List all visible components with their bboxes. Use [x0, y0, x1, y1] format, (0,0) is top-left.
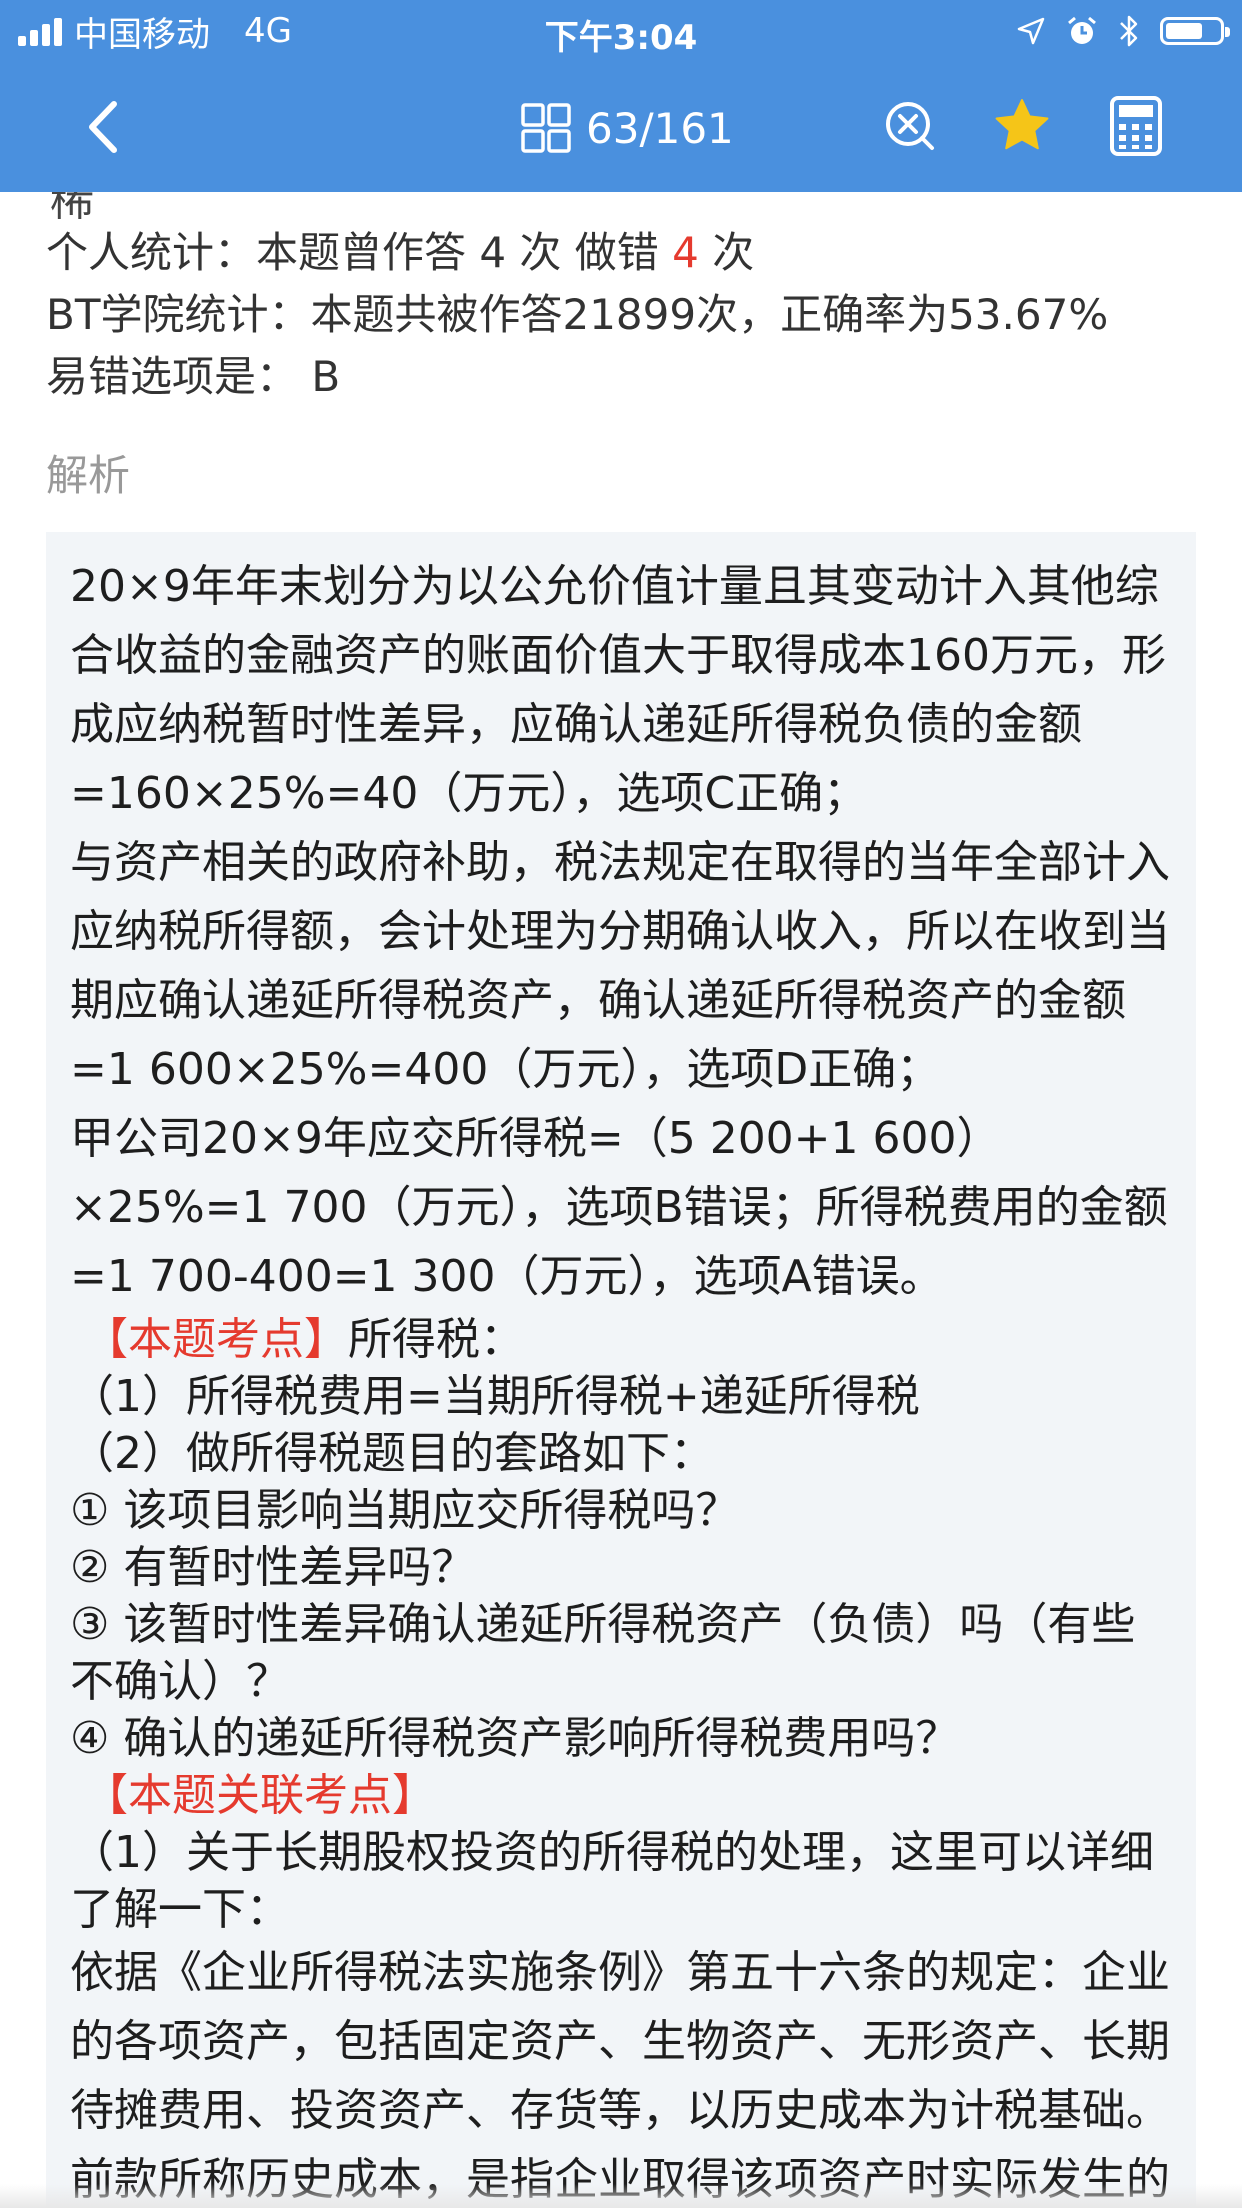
- question-counter-button[interactable]: 63/161: [520, 100, 734, 156]
- key-point-heading: 【本题考点】所得税：: [84, 1314, 524, 1365]
- alarm-icon: [1068, 16, 1096, 44]
- grid-icon: [521, 103, 571, 153]
- back-chevron-icon[interactable]: [72, 92, 142, 162]
- step-item: ① 该项目影响当期应交所得税吗？: [70, 1485, 740, 1536]
- calculator-icon[interactable]: [1104, 94, 1168, 158]
- app-header: 中国移动 4G 下午3:04 63/161: [0, 0, 1242, 192]
- related-label: 【本题关联考点】: [84, 1770, 436, 1821]
- close-circle-icon[interactable]: [878, 94, 942, 158]
- analysis-paragraph: 与资产相关的政府补助，税法规定在取得的当年全部计入应纳税所得额，会计处理为分期确…: [70, 837, 1170, 1095]
- nav-bar: 63/161: [0, 62, 1242, 192]
- step-item: ③ 该暂时性差异确认递延所得税资产（负债）吗（有些不确认）？: [70, 1599, 1136, 1707]
- bt-stats: BT学院统计：本题共被作答21899次，正确率为53.67%: [46, 290, 1109, 339]
- location-icon: [1017, 17, 1045, 45]
- wrong-count: 4: [672, 228, 699, 277]
- related-item: （1）关于长期股权投资的所得税的处理，这里可以详细了解一下：: [70, 1827, 1154, 1935]
- law-paragraph: 依据《企业所得税法实施条例》第五十六条的规定：企业的各项资产，包括固定资产、生物…: [70, 1947, 1170, 2205]
- question-counter: 63/161: [586, 103, 734, 153]
- key-point-item: （2）做所得税题目的套路如下：: [70, 1428, 714, 1479]
- personal-stats: 个人统计：本题曾作答 4 次 做错 4 次: [46, 228, 755, 277]
- related-heading: 【本题关联考点】: [70, 1767, 1178, 1824]
- battery-level: [1166, 23, 1202, 39]
- key-point-label: 【本题考点】: [84, 1314, 348, 1365]
- analysis-paragraph: 20×9年年末划分为以公允价值计量且其变动计入其他综合收益的金融资产的账面价值大…: [70, 561, 1166, 819]
- key-point-item: （1）所得税费用=当期所得税+递延所得税: [70, 1371, 920, 1422]
- statistics-block: 个人统计：本题曾作答 4 次 做错 4 次 BT学院统计：本题共被作答21899…: [46, 222, 1108, 408]
- step-item: ④ 确认的递延所得税资产影响所得税费用吗？: [70, 1713, 960, 1764]
- analysis-title: 解析: [46, 451, 131, 500]
- scroll-shade: [0, 2184, 1242, 2208]
- status-bar: 中国移动 4G 下午3:04: [0, 0, 1242, 62]
- step-item: ② 有暂时性差异吗？: [70, 1542, 476, 1593]
- battery-icon: [1160, 17, 1230, 45]
- analysis-box: 20×9年年末划分为以公允价值计量且其变动计入其他综合收益的金融资产的账面价值大…: [46, 532, 1196, 2208]
- question-detail[interactable]: 稀 个人统计：本题曾作答 4 次 做错 4 次 BT学院统计：本题共被作答218…: [0, 192, 1242, 2208]
- star-icon[interactable]: [990, 94, 1054, 158]
- analysis-paragraph: 甲公司20×9年应交所得税=（5 200+1 600）×25%=1 700（万元…: [70, 1113, 1168, 1302]
- bluetooth-icon: [1120, 15, 1138, 47]
- error-option: 易错选项是： B: [46, 352, 341, 401]
